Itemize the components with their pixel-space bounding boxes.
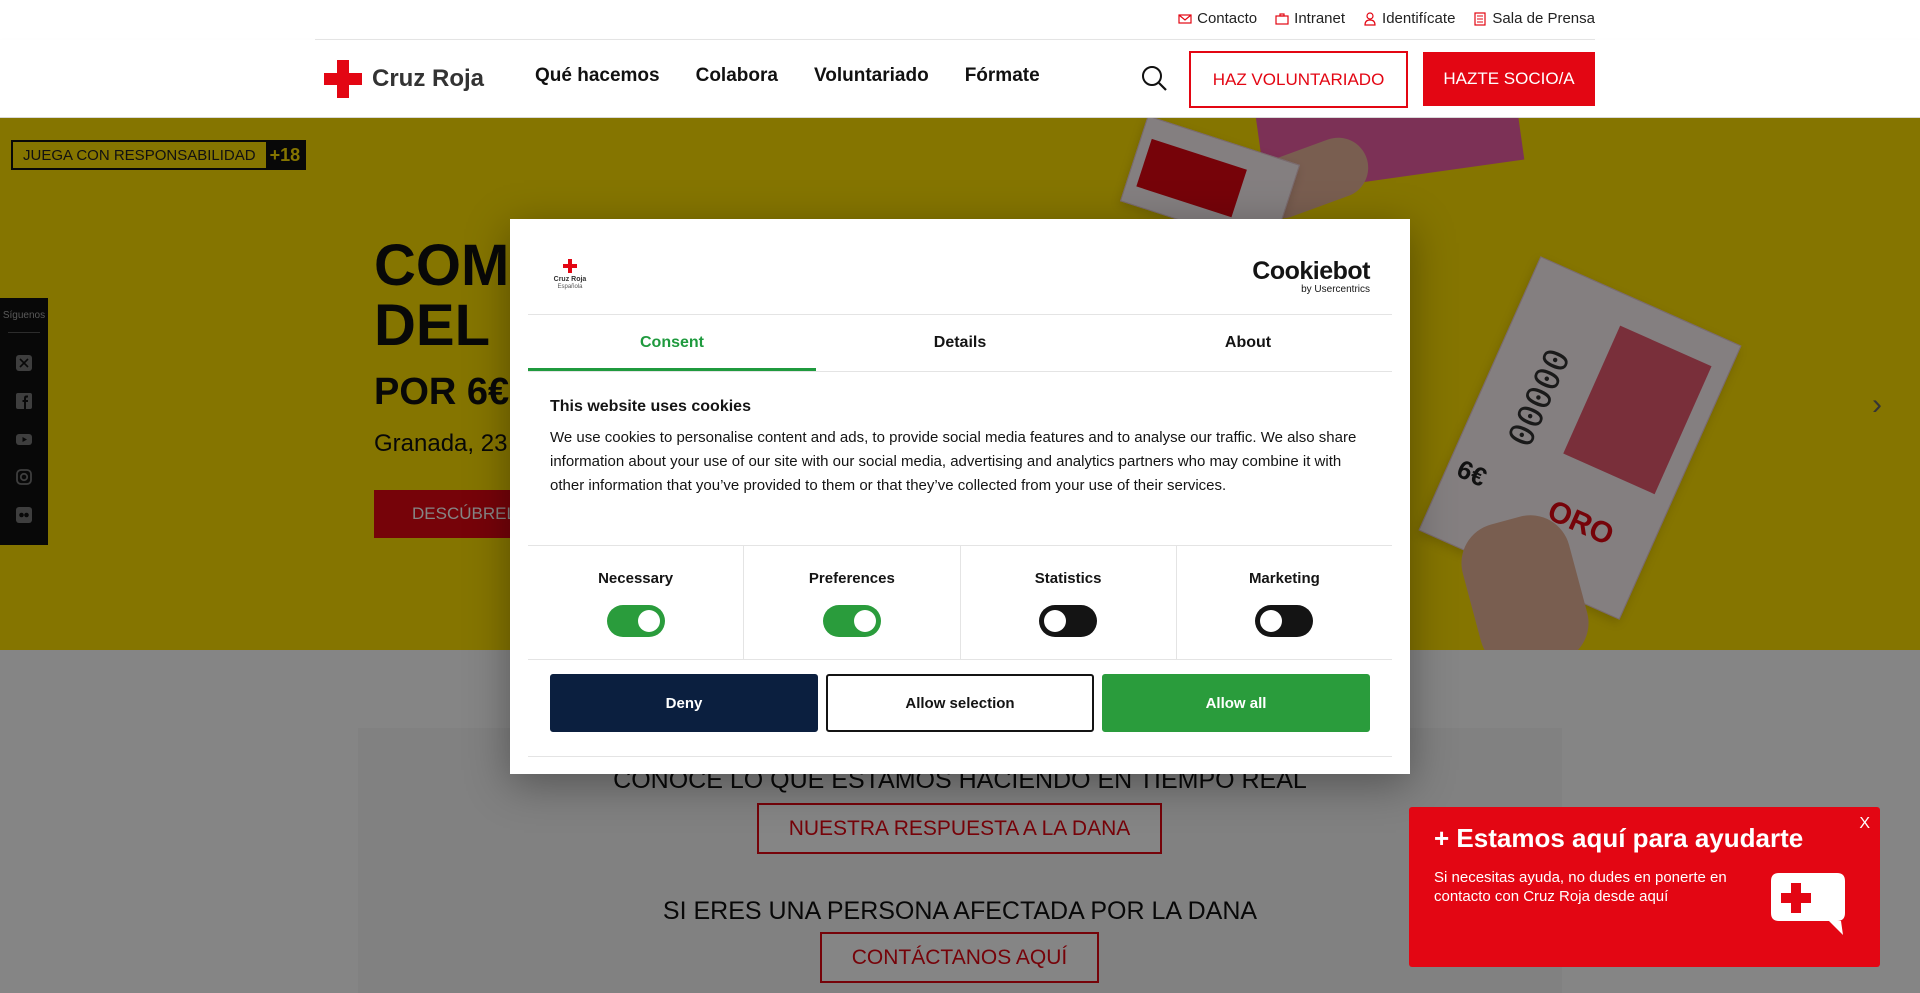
category-statistics: Statistics <box>961 546 1177 659</box>
cruz-roja-logo: Cruz Roja Española <box>550 259 590 295</box>
utility-links: Contacto Intranet Identifícate Sala de P… <box>1178 10 1595 27</box>
top-utility-bar: Contacto Intranet Identifícate Sala de P… <box>0 0 1920 40</box>
cookiebot-brand: Cookiebot <box>1252 257 1370 285</box>
search-icon[interactable] <box>1140 64 1168 92</box>
tab-details[interactable]: Details <box>816 315 1104 371</box>
press-room-label: Sala de Prensa <box>1492 10 1595 27</box>
category-label: Statistics <box>1034 570 1102 587</box>
cookie-consent-dialog: Cruz Roja Española Cookiebot by Usercent… <box>510 219 1410 774</box>
cookie-actions: Deny Allow selection Allow all <box>550 674 1370 732</box>
logo-line2: Española <box>557 284 583 290</box>
nav-que-hacemos[interactable]: Qué hacemos <box>535 65 660 87</box>
help-title: + Estamos aquí para ayudarte <box>1434 823 1804 853</box>
main-navigation: Cruz Roja Qué hacemos Colabora Voluntari… <box>0 40 1920 118</box>
category-label: Necessary <box>598 570 674 587</box>
cookie-description: We use cookies to personalise content an… <box>550 429 1357 494</box>
allow-selection-button[interactable]: Allow selection <box>826 674 1094 732</box>
nav-voluntariado[interactable]: Voluntariado <box>814 65 929 87</box>
login-link[interactable]: Identifícate <box>1363 10 1455 27</box>
logo-line1: Cruz Roja <box>553 276 587 283</box>
primary-menu: Qué hacemos Colabora Voluntariado Fórmat… <box>535 65 1040 87</box>
help-widget[interactable]: X + Estamos aquí para ayudarte Si necesi… <box>1409 807 1880 967</box>
divider <box>528 371 1392 372</box>
red-cross-icon <box>563 259 577 273</box>
intranet-label: Intranet <box>1294 10 1346 27</box>
envelope-icon <box>1178 13 1192 24</box>
cookie-tabs: Consent Details About <box>528 315 1392 371</box>
statistics-toggle[interactable] <box>1039 605 1098 637</box>
category-marketing: Marketing <box>1177 546 1392 659</box>
site-logo[interactable]: Cruz Roja <box>324 60 484 98</box>
become-member-button[interactable]: HAZTE SOCIO/A <box>1423 52 1595 106</box>
tab-about[interactable]: About <box>1104 315 1392 371</box>
close-help-button[interactable]: X <box>1859 815 1870 833</box>
document-icon <box>1474 11 1487 26</box>
category-preferences: Preferences <box>744 546 961 659</box>
necessary-toggle[interactable] <box>606 605 665 637</box>
cookie-title: This website uses cookies <box>550 398 751 415</box>
cookiebot-sub: by Usercentrics <box>1301 284 1370 295</box>
help-text: Si necesitas ayuda, no dudes en ponerte … <box>1434 869 1727 905</box>
intranet-link[interactable]: Intranet <box>1275 10 1345 27</box>
nav-formate[interactable]: Fórmate <box>965 65 1040 87</box>
volunteer-button[interactable]: HAZ VOLUNTARIADO <box>1189 51 1408 108</box>
red-cross-icon <box>324 60 362 98</box>
contact-link[interactable]: Contacto <box>1178 10 1257 27</box>
login-label: Identifícate <box>1382 10 1456 27</box>
preferences-toggle[interactable] <box>822 605 881 637</box>
deny-button[interactable]: Deny <box>550 674 818 732</box>
nav-colabora[interactable]: Colabora <box>696 65 778 87</box>
tab-consent[interactable]: Consent <box>528 315 816 371</box>
marketing-toggle[interactable] <box>1255 605 1314 637</box>
allow-all-button[interactable]: Allow all <box>1102 674 1370 732</box>
briefcase-icon <box>1275 12 1289 25</box>
cookiebot-logo[interactable]: Cookiebot by Usercentrics <box>1252 257 1370 296</box>
category-label: Marketing <box>1248 570 1320 587</box>
contact-label: Contacto <box>1197 10 1258 27</box>
chat-bubble-icon <box>1771 873 1845 935</box>
cookie-categories: Necessary Preferences Statistics Marketi… <box>528 545 1392 660</box>
divider <box>528 756 1392 757</box>
category-label: Preferences <box>808 570 895 587</box>
logo-text: Cruz Roja <box>372 65 485 92</box>
press-room-link[interactable]: Sala de Prensa <box>1473 10 1595 27</box>
category-necessary: Necessary <box>528 546 745 659</box>
user-icon <box>1364 11 1376 26</box>
